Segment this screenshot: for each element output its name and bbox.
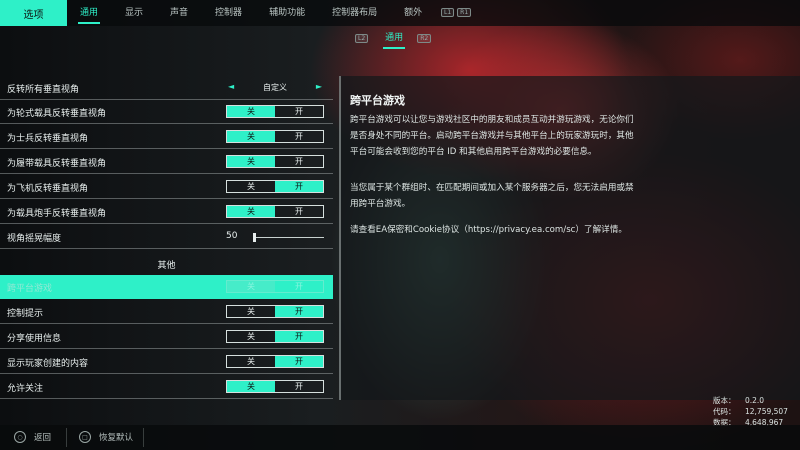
back-button[interactable]: ○ 返回 bbox=[14, 431, 51, 443]
setting-label: 为士兵反转垂直视角 bbox=[7, 134, 89, 144]
tab-controller[interactable]: 控制器 bbox=[215, 0, 242, 26]
toggle-on-option[interactable]: 开 bbox=[275, 106, 323, 117]
setting-label: 为轮式载具反转垂直视角 bbox=[7, 109, 107, 119]
toggle-off-option[interactable]: 关 bbox=[227, 181, 275, 192]
tab-audio[interactable]: 声音 bbox=[170, 0, 188, 26]
toggle-on-option[interactable]: 开 bbox=[275, 331, 323, 342]
toggle-on-option[interactable]: 开 bbox=[275, 356, 323, 367]
code-label: 代码： bbox=[713, 407, 736, 416]
setting-row-tracked[interactable]: 为履带载具反转垂直视角 关 开 bbox=[0, 150, 333, 174]
section-title-other: 其他 bbox=[157, 261, 176, 271]
sub-tabs: L2 通用 R2 bbox=[355, 30, 434, 49]
setting-label: 视角摇晃幅度 bbox=[7, 234, 62, 244]
usage-toggle[interactable]: 关 开 bbox=[226, 330, 324, 343]
arrow-right-icon[interactable]: ► bbox=[316, 82, 322, 91]
circle-button-icon: ○ bbox=[14, 431, 26, 443]
setting-row-soldier[interactable]: 为士兵反转垂直视角 关 开 bbox=[0, 125, 333, 149]
toggle-on-option[interactable]: 开 bbox=[275, 281, 323, 292]
version-value: 0.2.0 bbox=[745, 396, 765, 405]
bottom-divider bbox=[66, 428, 67, 447]
invert-all-selector[interactable]: ◄ 自定义 ► bbox=[226, 81, 324, 94]
description-paragraph-2: 当您属于某个群组时、在匹配期间或加入某个服务器之后，您无法启用或禁用跨平台游戏。 bbox=[350, 183, 634, 209]
tracked-toggle[interactable]: 关 开 bbox=[226, 155, 324, 168]
toggle-on-option[interactable]: 开 bbox=[275, 131, 323, 142]
shoulder-button-hints: L1 R1 bbox=[441, 8, 474, 17]
reset-defaults-label: 恢复默认 bbox=[99, 433, 134, 443]
build-version-info: 版本： 0.2.0 代码： 12,759,507 数据： 4,648,967 bbox=[713, 395, 788, 428]
aircraft-toggle[interactable]: 关 开 bbox=[226, 180, 324, 193]
setting-row-ugc[interactable]: 显示玩家创建的内容 关 开 bbox=[0, 350, 333, 374]
toggle-off-option[interactable]: 关 bbox=[227, 131, 275, 142]
back-label: 返回 bbox=[34, 433, 52, 443]
toggle-off-option[interactable]: 关 bbox=[227, 156, 275, 167]
setting-label: 允许关注 bbox=[7, 384, 44, 394]
toggle-off-option[interactable]: 关 bbox=[227, 356, 275, 367]
toggle-on-option[interactable]: 开 bbox=[275, 381, 323, 392]
options-tab[interactable]: 选项 bbox=[0, 0, 67, 26]
gunner-toggle[interactable]: 关 开 bbox=[226, 205, 324, 218]
setting-row-crossplay[interactable]: 跨平台游戏 关 开 bbox=[0, 275, 333, 299]
follow-toggle[interactable]: 关 开 bbox=[226, 380, 324, 393]
panel-divider bbox=[339, 76, 341, 400]
setting-label: 为飞机反转垂直视角 bbox=[7, 184, 89, 194]
toggle-off-option[interactable]: 关 bbox=[227, 106, 275, 117]
toggle-on-option[interactable]: 开 bbox=[275, 156, 323, 167]
bottom-action-bar: ○ 返回 □ 恢复默认 bbox=[0, 425, 800, 450]
toggle-off-option[interactable]: 关 bbox=[227, 381, 275, 392]
tab-accessibility[interactable]: 辅助功能 bbox=[269, 0, 305, 26]
soldier-toggle[interactable]: 关 开 bbox=[226, 130, 324, 143]
subtab-general[interactable]: 通用 bbox=[383, 31, 406, 49]
r1-key-icon: R1 bbox=[457, 8, 472, 17]
version-label: 版本： bbox=[713, 396, 736, 405]
toggle-off-option[interactable]: 关 bbox=[227, 306, 275, 317]
tab-extra[interactable]: 额外 bbox=[404, 0, 422, 26]
sway-value: 50 bbox=[226, 231, 238, 241]
settings-list: 反转所有垂直视角 ◄ 自定义 ► 为轮式载具反转垂直视角 关 开 为士兵反转垂直… bbox=[0, 76, 333, 400]
settings-category-tabs: 通用 显示 声音 控制器 辅助功能 控制器布局 额外 bbox=[77, 0, 449, 26]
square-button-icon: □ bbox=[79, 431, 91, 443]
selector-value: 自定义 bbox=[263, 83, 287, 92]
wheeled-toggle[interactable]: 关 开 bbox=[226, 105, 324, 118]
setting-label: 控制提示 bbox=[7, 309, 44, 319]
description-paragraph-3: 请查看EA保密和Cookie协议（https://privacy.ea.com/… bbox=[350, 225, 627, 235]
sway-slider-handle[interactable] bbox=[253, 233, 256, 242]
toggle-off-option[interactable]: 关 bbox=[227, 331, 275, 342]
tab-controller-layout[interactable]: 控制器布局 bbox=[332, 0, 377, 26]
top-navigation-bar: 选项 通用 显示 声音 控制器 辅助功能 控制器布局 额外 L1 R1 bbox=[0, 0, 800, 26]
r2-key-icon: R2 bbox=[417, 33, 432, 43]
setting-row-aircraft[interactable]: 为飞机反转垂直视角 关 开 bbox=[0, 175, 333, 199]
toggle-on-option[interactable]: 开 bbox=[275, 306, 323, 317]
toggle-on-option[interactable]: 开 bbox=[275, 181, 323, 192]
setting-row-usage[interactable]: 分享使用信息 关 开 bbox=[0, 325, 333, 349]
ugc-toggle[interactable]: 关 开 bbox=[226, 355, 324, 368]
description-title: 跨平台游戏 bbox=[350, 94, 405, 107]
setting-row-gunner[interactable]: 为载具炮手反转垂直视角 关 开 bbox=[0, 200, 333, 224]
setting-label: 反转所有垂直视角 bbox=[7, 85, 80, 95]
tab-general[interactable]: 通用 bbox=[77, 0, 101, 26]
reset-defaults-button[interactable]: □ 恢复默认 bbox=[79, 431, 133, 443]
setting-label: 为载具炮手反转垂直视角 bbox=[7, 209, 107, 219]
setting-label: 跨平台游戏 bbox=[7, 284, 53, 294]
setting-label: 分享使用信息 bbox=[7, 334, 62, 344]
toggle-off-option[interactable]: 关 bbox=[227, 281, 275, 292]
toggle-off-option[interactable]: 关 bbox=[227, 206, 275, 217]
sway-slider-track[interactable] bbox=[254, 237, 324, 238]
setting-row-hints[interactable]: 控制提示 关 开 bbox=[0, 300, 333, 324]
hints-toggle[interactable]: 关 开 bbox=[226, 305, 324, 318]
description-panel: 跨平台游戏 跨平台游戏可以让您与游戏社区中的朋友和成员互动并游玩游戏，无论你们是… bbox=[339, 76, 800, 400]
setting-row-wheeled[interactable]: 为轮式载具反转垂直视角 关 开 bbox=[0, 100, 333, 124]
toggle-on-option[interactable]: 开 bbox=[275, 206, 323, 217]
setting-label: 显示玩家创建的内容 bbox=[7, 359, 89, 369]
setting-row-sway[interactable]: 视角摇晃幅度 50 bbox=[0, 225, 333, 249]
crossplay-toggle[interactable]: 关 开 bbox=[226, 280, 324, 293]
code-value: 12,759,507 bbox=[745, 407, 788, 416]
bottom-divider bbox=[143, 428, 144, 447]
l2-key-icon: L2 bbox=[355, 33, 369, 43]
setting-row-invert-all[interactable]: 反转所有垂直视角 ◄ 自定义 ► bbox=[0, 76, 333, 100]
setting-row-follow[interactable]: 允许关注 关 开 bbox=[0, 375, 333, 399]
tab-display[interactable]: 显示 bbox=[125, 0, 143, 26]
description-paragraph-1: 跨平台游戏可以让您与游戏社区中的朋友和成员互动并游玩游戏，无论你们是否身处不同的… bbox=[350, 115, 634, 157]
setting-label: 为履带载具反转垂直视角 bbox=[7, 159, 107, 169]
l1-key-icon: L1 bbox=[441, 8, 455, 17]
